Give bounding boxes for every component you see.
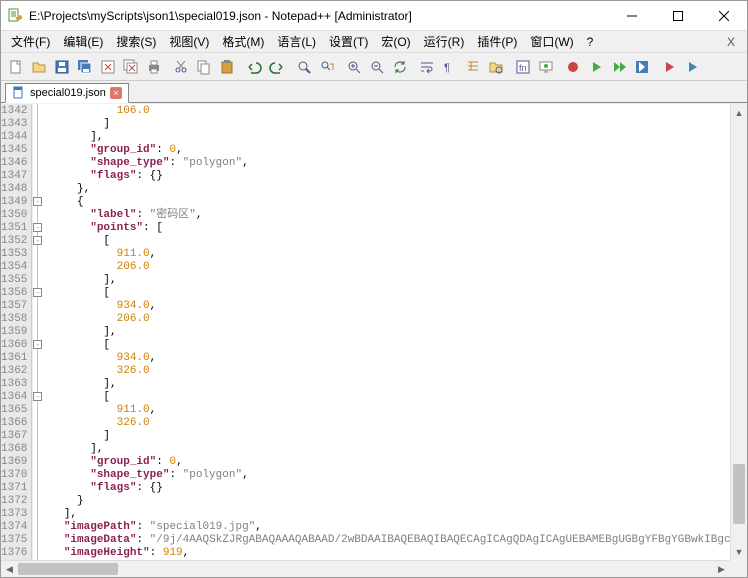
lang-button[interactable]: fn: [512, 56, 534, 78]
menu-macro[interactable]: 宏(O): [375, 31, 416, 52]
menu-edit[interactable]: 编辑(E): [57, 31, 109, 52]
indent-button[interactable]: [462, 56, 484, 78]
close-all-button[interactable]: [120, 56, 142, 78]
scroll-up-icon[interactable]: ▲: [731, 104, 747, 121]
svg-text:fn: fn: [519, 63, 527, 73]
undo-button[interactable]: [243, 56, 265, 78]
maximize-button[interactable]: [655, 1, 701, 30]
stop-button[interactable]: [658, 56, 680, 78]
scroll-left-icon[interactable]: ◀: [1, 561, 18, 577]
play-multi-button[interactable]: [608, 56, 630, 78]
replace-button[interactable]: [316, 56, 338, 78]
fold-toggle[interactable]: -: [33, 288, 42, 297]
fold-toggle[interactable]: -: [33, 223, 42, 232]
menubar-close-icon[interactable]: X: [719, 35, 743, 49]
menu-plugins[interactable]: 插件(P): [471, 31, 523, 52]
scroll-down-icon[interactable]: ▼: [731, 543, 747, 560]
monitor-button[interactable]: [535, 56, 557, 78]
menu-window[interactable]: 窗口(W): [524, 31, 579, 52]
save-button[interactable]: [51, 56, 73, 78]
vertical-scrollbar[interactable]: ▲ ▼: [730, 104, 747, 560]
fold-toggle[interactable]: -: [33, 340, 42, 349]
print-button[interactable]: [143, 56, 165, 78]
new-file-button[interactable]: [5, 56, 27, 78]
show-all-button[interactable]: ¶: [439, 56, 461, 78]
cut-button[interactable]: [170, 56, 192, 78]
scroll-corner: [730, 560, 747, 577]
tab-close-icon[interactable]: ×: [110, 87, 122, 99]
menubar: 文件(F) 编辑(E) 搜索(S) 视图(V) 格式(M) 语言(L) 设置(T…: [1, 31, 747, 53]
zoom-in-button[interactable]: [343, 56, 365, 78]
line-number-gutter: 1342134313441345134613471348134913501351…: [1, 104, 32, 560]
open-file-button[interactable]: [28, 56, 50, 78]
play2-button[interactable]: [681, 56, 703, 78]
menu-language[interactable]: 语言(L): [271, 31, 322, 52]
fold-toggle[interactable]: -: [33, 197, 42, 206]
titlebar: E:\Projects\myScripts\json1\special019.j…: [1, 1, 747, 31]
sync-button[interactable]: [389, 56, 411, 78]
vertical-scroll-thumb[interactable]: [733, 464, 745, 524]
code-area[interactable]: 106.0 ] ], "group_id": 0, "shape_type": …: [33, 104, 730, 560]
app-icon: [7, 8, 23, 24]
wrap-button[interactable]: [416, 56, 438, 78]
save-all-button[interactable]: [74, 56, 96, 78]
window-title: E:\Projects\myScripts\json1\special019.j…: [29, 9, 609, 23]
menu-help[interactable]: ?: [581, 33, 600, 51]
horizontal-scroll-thumb[interactable]: [18, 563, 118, 575]
tabbar: special019.json ×: [1, 81, 747, 103]
paste-button[interactable]: [216, 56, 238, 78]
fold-toggle[interactable]: -: [33, 392, 42, 401]
zoom-out-button[interactable]: [366, 56, 388, 78]
record-button[interactable]: [562, 56, 584, 78]
fold-toggle[interactable]: -: [33, 236, 42, 245]
play-button[interactable]: [585, 56, 607, 78]
menu-file[interactable]: 文件(F): [5, 31, 56, 52]
svg-text:¶: ¶: [444, 62, 450, 74]
close-button[interactable]: [701, 1, 747, 30]
fold-column: ------: [32, 104, 33, 560]
toolbar: ¶ fn: [1, 53, 747, 81]
find-button[interactable]: [293, 56, 315, 78]
minimize-button[interactable]: [609, 1, 655, 30]
close-button[interactable]: [97, 56, 119, 78]
macro-save-button[interactable]: [631, 56, 653, 78]
folder-button[interactable]: [485, 56, 507, 78]
menu-format[interactable]: 格式(M): [216, 31, 270, 52]
redo-button[interactable]: [266, 56, 288, 78]
menu-view[interactable]: 视图(V): [163, 31, 215, 52]
tab-active[interactable]: special019.json ×: [5, 83, 129, 103]
horizontal-scrollbar[interactable]: ◀ ▶: [1, 560, 730, 577]
tab-label: special019.json: [30, 87, 106, 99]
menu-run[interactable]: 运行(R): [418, 31, 471, 52]
scroll-right-icon[interactable]: ▶: [713, 561, 730, 577]
file-icon: [12, 86, 26, 100]
editor[interactable]: 1342134313441345134613471348134913501351…: [1, 104, 730, 560]
menu-search[interactable]: 搜索(S): [110, 31, 162, 52]
menu-settings[interactable]: 设置(T): [323, 31, 374, 52]
copy-button[interactable]: [193, 56, 215, 78]
